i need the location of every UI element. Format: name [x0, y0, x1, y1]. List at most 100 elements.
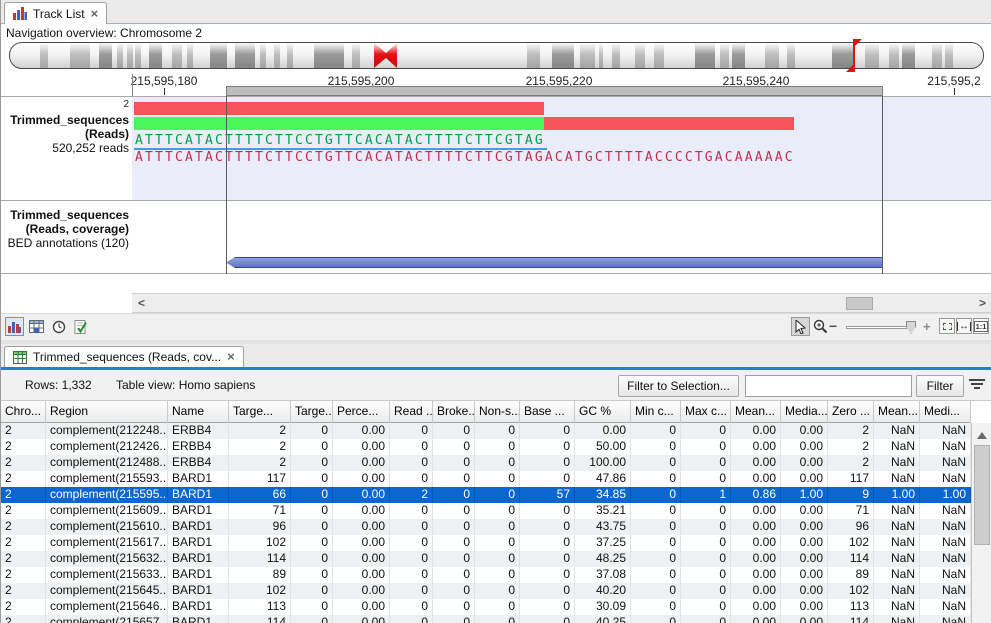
- table-row[interactable]: 2complement(215632...BARD111400.00000048…: [1, 551, 971, 567]
- column-header[interactable]: Base ...: [520, 401, 575, 423]
- ruler-selection-bar[interactable]: [226, 86, 883, 96]
- bed-annotation-bar[interactable]: [226, 257, 883, 268]
- read-bar-reverse[interactable]: [544, 117, 794, 130]
- table-row[interactable]: 2complement(215645...BARD110200.00000040…: [1, 583, 971, 599]
- selection-line-left: [226, 96, 227, 274]
- chromosome-band: [235, 43, 255, 68]
- chromosome-band: [720, 43, 729, 68]
- table-row[interactable]: 2complement(212488...ERBB4200.000000100.…: [1, 455, 971, 471]
- history-view-button[interactable]: [49, 317, 68, 336]
- filter-to-selection-button[interactable]: Filter to Selection...: [618, 375, 739, 397]
- table-cell: NaN: [874, 599, 920, 615]
- column-header[interactable]: Min c...: [631, 401, 681, 423]
- table-row[interactable]: 2complement(215610...BARD19600.00000043.…: [1, 519, 971, 535]
- tab-table-view[interactable]: Trimmed_sequences (Reads, cov... ×: [4, 346, 244, 367]
- table-row[interactable]: 2complement(215646...BARD111300.00000030…: [1, 599, 971, 615]
- column-header[interactable]: Read ...: [390, 401, 433, 423]
- column-header[interactable]: Broke...: [433, 401, 475, 423]
- table-cell: 35.21: [575, 503, 631, 519]
- rows-count-label: Rows: 1,332: [25, 378, 92, 392]
- filter-input[interactable]: [745, 375, 912, 397]
- table-cell: 0: [291, 423, 333, 439]
- zoom-tool-button[interactable]: [811, 317, 830, 336]
- zoom-in-button[interactable]: +: [923, 319, 931, 334]
- track-view-button[interactable]: [5, 317, 24, 336]
- table-row[interactable]: 2complement(215657...BARD111400.00000040…: [1, 615, 971, 623]
- table-cell: 113: [229, 599, 291, 615]
- table-cell: ERBB4: [168, 423, 229, 439]
- table-row[interactable]: 2complement(215609...BARD17100.00000035.…: [1, 503, 971, 519]
- hscroll-thumb[interactable]: [846, 297, 873, 310]
- table-cell: 0: [475, 583, 520, 599]
- table-cell: 0: [390, 567, 433, 583]
- table-row[interactable]: 2complement(215633...BARD18900.00000037.…: [1, 567, 971, 583]
- close-icon[interactable]: ×: [227, 352, 235, 362]
- table-cell: 0: [433, 535, 475, 551]
- column-header[interactable]: Zero ...: [828, 401, 874, 423]
- table-row[interactable]: 2complement(215593...BARD111700.00000047…: [1, 471, 971, 487]
- cursor-tool-button[interactable]: [791, 317, 810, 336]
- filter-button[interactable]: Filter: [916, 375, 964, 397]
- chromosome-ideogram[interactable]: [9, 42, 984, 69]
- table-cell: 0: [681, 439, 731, 455]
- column-header[interactable]: Media...: [781, 401, 828, 423]
- table-cell: 0.00: [731, 535, 781, 551]
- column-header[interactable]: Non-s...: [475, 401, 520, 423]
- table-cell: 2: [828, 423, 874, 439]
- tab-track-list[interactable]: Track List ×: [4, 2, 107, 24]
- close-icon[interactable]: ×: [91, 9, 99, 19]
- column-header[interactable]: Targe...: [229, 401, 291, 423]
- vscroll-thumb[interactable]: [974, 445, 990, 545]
- table-cell: 0.00: [333, 599, 390, 615]
- position-marker-bottom-arrow: [846, 64, 854, 72]
- table-cell: 0: [681, 551, 731, 567]
- table-cell: 30.09: [575, 599, 631, 615]
- column-header[interactable]: Chro...: [1, 401, 46, 423]
- table-row[interactable]: 2complement(212248...ERBB4200.0000000.00…: [1, 423, 971, 439]
- table-cell: NaN: [920, 551, 971, 567]
- zoom-slider-thumb[interactable]: [906, 321, 916, 334]
- column-header[interactable]: Max c...: [681, 401, 731, 423]
- table-cell: 2: [1, 455, 46, 471]
- fit-width-button[interactable]: ↔: [956, 318, 972, 334]
- column-header[interactable]: Mean...: [874, 401, 920, 423]
- zoom-slider[interactable]: [846, 326, 914, 329]
- element-info-button[interactable]: [71, 317, 90, 336]
- table-row[interactable]: 2complement(215617...BARD110200.00000037…: [1, 535, 971, 551]
- table-cell: NaN: [874, 423, 920, 439]
- column-header[interactable]: Medi...: [920, 401, 971, 423]
- column-header[interactable]: Targe...: [291, 401, 333, 423]
- track-divider: [1, 200, 991, 201]
- column-header[interactable]: Name: [168, 401, 229, 423]
- read-bar-overlap[interactable]: [134, 117, 544, 130]
- table-row[interactable]: 2complement(212426...ERBB4200.00000050.0…: [1, 439, 971, 455]
- column-header[interactable]: Region: [46, 401, 168, 423]
- table-cell: 0: [631, 615, 681, 623]
- table-view-button[interactable]: [27, 317, 46, 336]
- scroll-up-button[interactable]: [972, 427, 991, 439]
- table-cell: 0.00: [781, 471, 828, 487]
- column-header[interactable]: Perce...: [333, 401, 390, 423]
- table-cell: 0.00: [731, 503, 781, 519]
- zoom-out-button[interactable]: −: [829, 318, 837, 334]
- table-cell: complement(212488...: [46, 455, 168, 471]
- table-vscrollbar[interactable]: [971, 423, 991, 623]
- one-to-one-button[interactable]: 1:1: [973, 318, 989, 334]
- table-cell: 0: [520, 583, 575, 599]
- table-cell: 0: [390, 471, 433, 487]
- column-header[interactable]: Mean...: [731, 401, 781, 423]
- scroll-right-arrow[interactable]: >: [979, 296, 986, 310]
- table-cell: 37.25: [575, 535, 631, 551]
- table-cell: 0: [433, 471, 475, 487]
- column-header[interactable]: GC %: [575, 401, 631, 423]
- table-cell: NaN: [874, 615, 920, 623]
- chromosome-band: [695, 43, 715, 68]
- scroll-left-arrow[interactable]: <: [138, 296, 145, 310]
- zoom-to-selection-button[interactable]: [939, 318, 955, 334]
- read-bar-forward[interactable]: [134, 102, 544, 115]
- track-hscrollbar[interactable]: < >: [132, 293, 991, 313]
- advanced-filter-button[interactable]: [969, 379, 985, 389]
- table-row[interactable]: 2complement(215595...BARD16600.002005734…: [1, 487, 971, 503]
- table-cell: 0.00: [731, 439, 781, 455]
- table-cell: 0: [390, 455, 433, 471]
